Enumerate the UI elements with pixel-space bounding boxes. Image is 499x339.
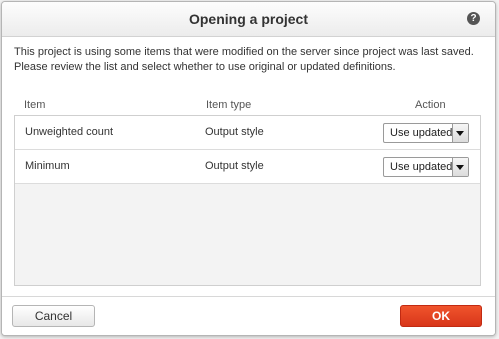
cancel-button[interactable]: Cancel <box>12 305 95 327</box>
action-select-value: Use updated <box>390 161 452 173</box>
column-header-item-type: Item type <box>206 99 252 111</box>
action-select[interactable]: Use updated <box>383 123 469 143</box>
dialog-title: Opening a project <box>188 11 308 27</box>
chevron-down-icon[interactable] <box>452 158 468 176</box>
items-table: Unweighted count Output style Use update… <box>14 115 481 286</box>
item-name-cell: Unweighted count <box>25 126 114 138</box>
column-header-action: Action <box>415 99 446 111</box>
action-select-value: Use updated <box>390 127 452 139</box>
chevron-down-icon[interactable] <box>452 124 468 142</box>
action-select[interactable]: Use updated <box>383 157 469 177</box>
dialog-footer: Cancel OK <box>2 296 495 335</box>
dialog-titlebar: Opening a project ? <box>2 2 495 37</box>
dialog-message: This project is using some items that we… <box>14 46 474 73</box>
opening-project-dialog: Opening a project ? This project is usin… <box>1 1 496 336</box>
help-icon[interactable]: ? <box>467 12 480 25</box>
item-name-cell: Minimum <box>25 160 70 172</box>
table-row: Minimum Output style Use updated <box>15 150 480 184</box>
item-type-cell: Output style <box>205 160 264 172</box>
item-type-cell: Output style <box>205 126 264 138</box>
table-row: Unweighted count Output style Use update… <box>15 116 480 150</box>
column-header-item: Item <box>24 99 46 111</box>
ok-button[interactable]: OK <box>400 305 482 327</box>
